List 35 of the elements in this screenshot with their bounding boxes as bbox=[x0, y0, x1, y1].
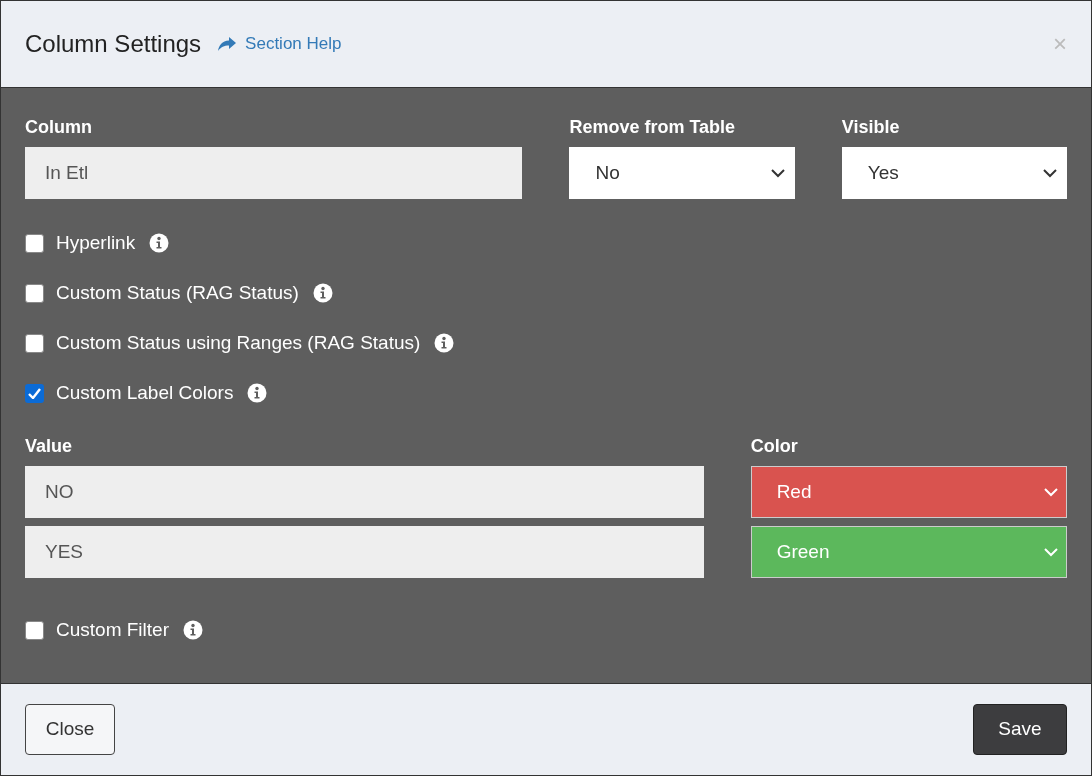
checkbox-label: Custom Status (RAG Status) bbox=[56, 280, 299, 305]
checkbox[interactable] bbox=[25, 620, 44, 640]
share-arrow-icon bbox=[217, 36, 238, 52]
color-dropdown[interactable]: Red bbox=[750, 466, 1067, 518]
chevron-down-icon bbox=[1043, 168, 1057, 178]
info-icon bbox=[434, 333, 455, 353]
section-help-link[interactable]: Section Help bbox=[217, 31, 342, 57]
checkbox-label: Hyperlink bbox=[56, 230, 136, 255]
checkbox[interactable] bbox=[25, 283, 44, 303]
field-label: Column bbox=[25, 116, 93, 136]
info-icon bbox=[247, 383, 268, 403]
value-column-header: Value bbox=[25, 435, 74, 455]
checkbox[interactable] bbox=[25, 333, 44, 353]
dropdown[interactable]: Yes bbox=[841, 147, 1067, 199]
input-field[interactable]: In Etl bbox=[25, 147, 523, 199]
info-icon bbox=[149, 233, 170, 253]
input-field[interactable]: YES bbox=[25, 526, 704, 578]
checkbox-label: Custom Status using Ranges (RAG Status) bbox=[56, 330, 421, 355]
checkbox-label: Custom Filter bbox=[56, 617, 169, 642]
info-icon bbox=[312, 283, 333, 303]
close-button[interactable]: Close bbox=[25, 704, 115, 755]
dropdown[interactable]: No bbox=[569, 147, 795, 199]
checkbox-label: Custom Label Colors bbox=[56, 380, 234, 405]
checkbox[interactable] bbox=[25, 233, 44, 253]
chevron-down-icon bbox=[1044, 547, 1058, 557]
chevron-down-icon bbox=[770, 168, 785, 178]
input-field[interactable]: NO bbox=[25, 466, 704, 518]
save-button[interactable]: Save bbox=[973, 704, 1067, 755]
color-column-header: Color bbox=[750, 435, 799, 455]
field-label: Remove from Table bbox=[569, 116, 737, 136]
dialog-title: Column Settings bbox=[25, 29, 202, 59]
checkbox[interactable] bbox=[25, 383, 44, 403]
chevron-down-icon bbox=[1044, 487, 1058, 497]
info-icon bbox=[182, 620, 203, 640]
field-label: Visible bbox=[841, 116, 901, 136]
